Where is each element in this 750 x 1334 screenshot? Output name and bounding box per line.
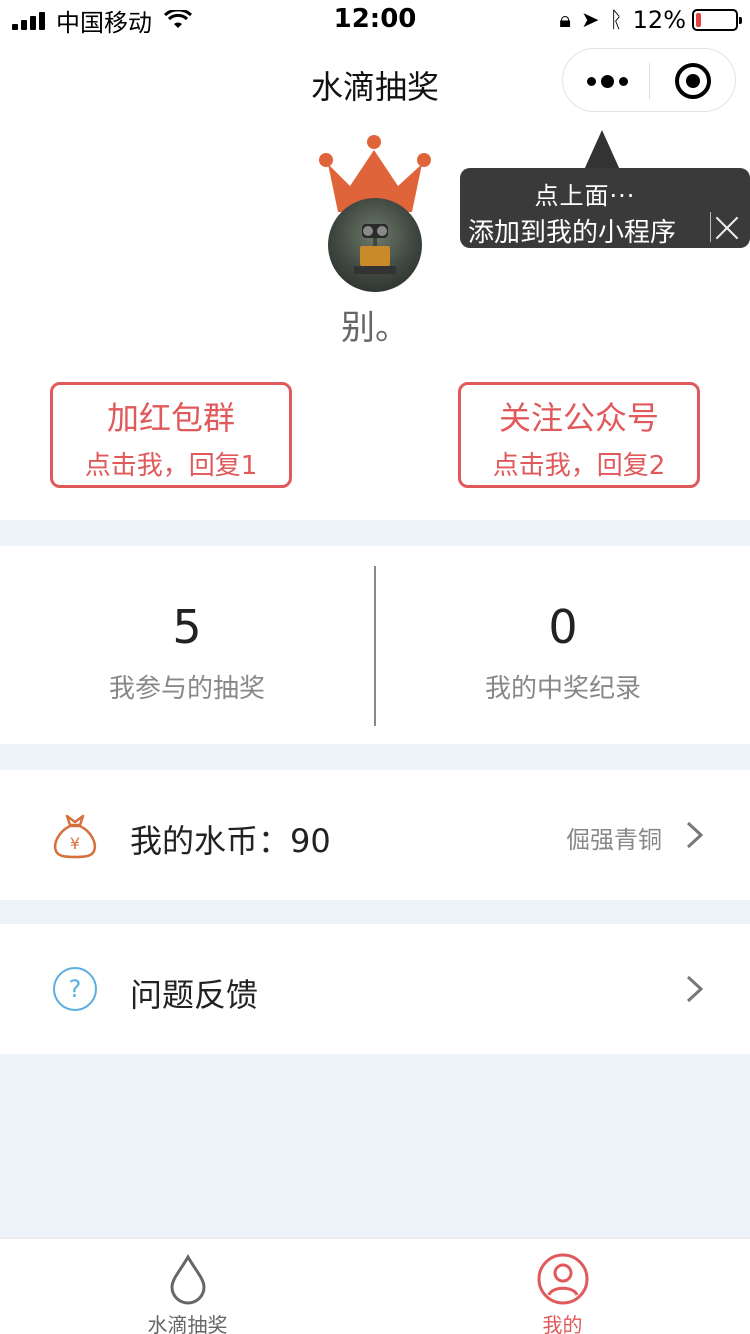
- user-circle-icon: [537, 1253, 588, 1305]
- feedback-row[interactable]: ? 问题反馈: [0, 924, 750, 1054]
- chevron-right-icon: [686, 821, 704, 849]
- water-drop-icon: [169, 1253, 206, 1305]
- group-button-title: 加红包群: [106, 399, 235, 437]
- tab-home[interactable]: 水滴抽奖: [0, 1239, 375, 1334]
- svg-text:?: ?: [69, 975, 82, 1003]
- user-nickname: 别。: [341, 308, 409, 348]
- tooltip-line1: 点上面···: [534, 182, 636, 210]
- mini-program-capsule: [562, 48, 736, 112]
- tab-mine[interactable]: 我的: [375, 1239, 750, 1334]
- bluetooth-icon: ᚱ: [609, 7, 623, 33]
- close-icon[interactable]: [710, 212, 744, 242]
- profile-section: 别。 点上面··· 添加到我的小程序 加红包群 点击我，回复1 关注公众号 点击…: [0, 124, 750, 520]
- location-icon: ➤: [581, 7, 600, 33]
- tab-mine-icon-wrap: [375, 1253, 750, 1305]
- won-count: 0: [548, 600, 578, 654]
- won-label: 我的中奖纪录: [484, 674, 641, 704]
- follow-button-title: 关注公众号: [498, 399, 659, 437]
- stat-won[interactable]: 0 我的中奖纪录: [376, 546, 750, 744]
- stat-participated[interactable]: 5 我参与的抽奖: [0, 546, 374, 744]
- stats-section: 5 我参与的抽奖 0 我的中奖纪录: [0, 546, 750, 744]
- tab-home-icon-wrap: [0, 1253, 375, 1305]
- svg-text:¥: ¥: [70, 834, 80, 853]
- add-mini-program-tooltip: 点上面··· 添加到我的小程序: [460, 168, 750, 248]
- tab-mine-label: 我的: [542, 1313, 583, 1334]
- follow-button-subtitle: 点击我，回复2: [492, 451, 666, 481]
- group-button-subtitle: 点击我，回复1: [84, 451, 258, 481]
- coins-rank: 倔强青铜: [566, 826, 662, 854]
- capsule-divider: [649, 63, 650, 99]
- robot-avatar-image: [354, 224, 396, 274]
- status-right: 🔒︎ ➤ ᚱ 12%: [549, 6, 742, 34]
- coins-row[interactable]: ¥ 我的水币：90 倔强青铜: [0, 770, 750, 900]
- nav-bar: 水滴抽奖: [0, 40, 750, 124]
- status-bar: 中国移动 12:00 🔒︎ ➤ ᚱ 12%: [0, 0, 750, 40]
- participated-label: 我参与的抽奖: [108, 674, 265, 704]
- battery-icon: [692, 9, 742, 31]
- question-circle-icon: ?: [53, 967, 97, 1011]
- coins-label: 我的水币：90: [130, 822, 331, 860]
- more-dots-icon[interactable]: [587, 75, 633, 88]
- participated-count: 5: [172, 600, 202, 654]
- tooltip-arrow: [584, 130, 620, 170]
- join-red-packet-group-button[interactable]: 加红包群 点击我，回复1: [50, 382, 292, 488]
- money-bag-icon: ¥: [53, 814, 97, 859]
- avatar[interactable]: [328, 198, 422, 292]
- target-circle-icon[interactable]: [675, 63, 711, 99]
- tab-home-label: 水滴抽奖: [147, 1313, 228, 1334]
- battery-fill: [696, 13, 701, 27]
- chevron-right-icon: [686, 975, 704, 1003]
- tooltip-line2: 添加到我的小程序: [468, 218, 677, 248]
- follow-official-account-button[interactable]: 关注公众号 点击我，回复2: [458, 382, 700, 488]
- feedback-label: 问题反馈: [130, 976, 259, 1014]
- rotation-lock-icon: 🔒︎: [559, 7, 572, 33]
- tab-bar: 水滴抽奖 我的: [0, 1238, 750, 1334]
- battery-percent: 12%: [632, 6, 686, 34]
